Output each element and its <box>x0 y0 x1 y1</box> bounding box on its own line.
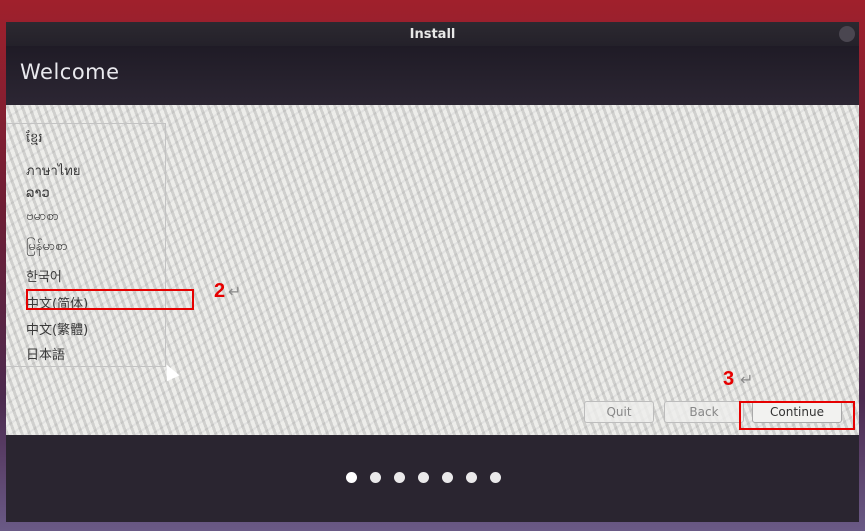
return-arrow-icon: ↵ <box>740 370 754 389</box>
progress-dot <box>418 472 429 483</box>
progress-dot <box>466 472 477 483</box>
language-item[interactable]: 日本語 <box>26 344 65 363</box>
annotation-number-step2: 2 <box>214 280 226 302</box>
progress-dot <box>394 472 405 483</box>
language-item[interactable]: 한국어 <box>26 266 62 285</box>
language-item[interactable]: မြန်မာစာ <box>26 238 68 257</box>
language-item[interactable]: 中文(繁體) <box>26 319 88 338</box>
language-list[interactable]: ខ្មែរ ภาษาไทย ລາວ ဗမာစာ မြန်မာစာ 한국어 中文(… <box>6 123 166 367</box>
quit-button[interactable]: Quit <box>584 401 654 423</box>
window-title: Install <box>409 26 456 42</box>
annotation-box-step3 <box>739 401 855 430</box>
progress-dot <box>442 472 453 483</box>
annotation-number-step3: 3 <box>723 368 735 390</box>
progress-dots <box>346 472 501 483</box>
progress-dot <box>490 472 501 483</box>
language-item[interactable]: ภาษาไทย <box>26 160 80 181</box>
page-title: Welcome <box>20 60 120 84</box>
installer-window: Install Welcome ខ្មែរ ภาษาไทย ລາວ ဗမာစာ … <box>6 22 859 522</box>
annotation-box-step2 <box>26 289 194 310</box>
close-icon[interactable] <box>839 26 855 42</box>
progress-dot <box>346 472 357 483</box>
back-button[interactable]: Back <box>664 401 744 423</box>
page-header: Welcome <box>6 46 859 105</box>
progress-dot <box>370 472 381 483</box>
title-bar: Install <box>6 22 859 46</box>
language-item[interactable]: ខ្មែរ <box>26 130 43 149</box>
language-item[interactable]: ລາວ <box>26 186 50 201</box>
return-arrow-icon: ↵ <box>228 282 242 301</box>
language-item[interactable]: ဗမာစာ <box>26 208 59 227</box>
